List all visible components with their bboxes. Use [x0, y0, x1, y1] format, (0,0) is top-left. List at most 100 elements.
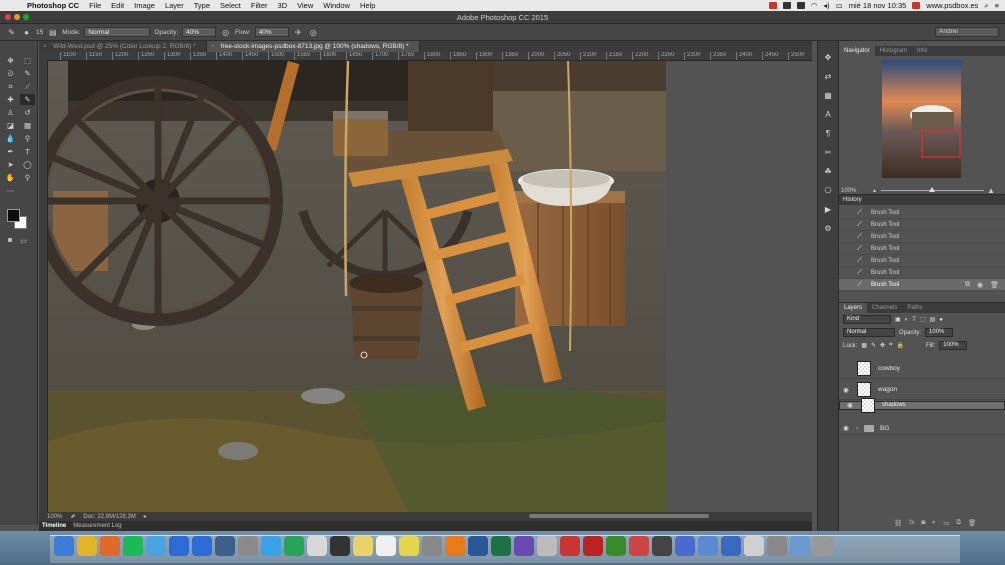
libraries-icon[interactable]: ▦ [822, 89, 834, 101]
dock-app-firefox-icon[interactable] [100, 536, 120, 556]
flow-field[interactable]: 40% [254, 27, 289, 37]
menu-type[interactable]: Type [189, 1, 215, 10]
share-icon[interactable]: ⬈ [70, 513, 75, 520]
menu-3d[interactable]: 3D [273, 1, 293, 10]
layer-style-icon[interactable]: fx [909, 519, 914, 527]
ruler-origin[interactable] [39, 52, 48, 61]
link-layers-icon[interactable]: ⛓ [894, 519, 902, 527]
new-layer-icon[interactable]: ⧉ [956, 519, 961, 527]
tab-measurement-log[interactable]: Measurement Log [73, 523, 121, 529]
vertical-ruler[interactable] [39, 61, 48, 512]
group-expand-icon[interactable]: › [856, 425, 862, 432]
dock-app-safari-icon[interactable] [261, 536, 281, 556]
dock-app-word-icon[interactable] [468, 536, 488, 556]
menu-edit[interactable]: Edit [106, 1, 129, 10]
brush-tool-preset-icon[interactable]: ✎ [6, 27, 17, 38]
screen-mode-icon[interactable]: ▭ [20, 237, 27, 245]
add-mask-icon[interactable]: ◙ [921, 519, 925, 527]
dock-app-dreamweaver-icon[interactable] [606, 536, 626, 556]
brush-presets-icon[interactable]: ☘ [822, 165, 834, 177]
delete-layer-icon[interactable]: 🗑 [968, 519, 976, 527]
menu-help[interactable]: Help [355, 1, 380, 10]
adjustment-layer-icon[interactable]: ◐ [932, 519, 936, 527]
dock-app-launchpad-icon[interactable] [307, 536, 327, 556]
red-status-icon[interactable] [768, 2, 777, 9]
foreground-color-swatch[interactable] [7, 209, 20, 222]
layer-filter-kind[interactable]: Kind [843, 315, 891, 324]
color-swatches[interactable] [7, 209, 31, 233]
flag-icon[interactable] [912, 2, 921, 9]
minimize-window-icon[interactable] [14, 14, 20, 20]
dock-app-lightroom-icon[interactable] [215, 536, 235, 556]
tab-layers[interactable]: Layers [839, 303, 868, 313]
document-size[interactable]: Doc: 22,8M/128,3M [83, 514, 135, 520]
dock-app-camtasia-icon[interactable] [284, 536, 304, 556]
wifi-icon[interactable]: ◠ [811, 1, 818, 10]
zoom-window-icon[interactable] [23, 14, 29, 20]
dock-app-photoshop-icon[interactable] [169, 536, 189, 556]
path-select-tool-icon[interactable]: ➤ [3, 159, 18, 170]
dock-app-network-icon[interactable] [698, 536, 718, 556]
dock-app-notes-icon[interactable] [353, 536, 373, 556]
layer-row-wagon[interactable]: ◉ wagon [839, 380, 1005, 400]
layer-group-bg[interactable]: ◉ › BG [839, 422, 1005, 435]
lock-all-icon[interactable]: 🔒 [896, 342, 903, 349]
new-group-icon[interactable]: ▭ [943, 519, 949, 527]
fill-field[interactable]: 100% [939, 341, 968, 350]
filter-adjust-icon[interactable]: ◐ [905, 317, 909, 323]
dock-app-finder-icon[interactable] [54, 536, 74, 556]
quick-select-tool-icon[interactable]: ✎ [20, 68, 35, 79]
filter-type-icon[interactable]: T [912, 317, 916, 323]
dock-app-prefs-icon[interactable] [422, 536, 442, 556]
dock-app-chrome-icon[interactable] [77, 536, 97, 556]
history-item[interactable]: ⟋ Brush Tool [839, 267, 1005, 279]
new-document-from-state-icon[interactable]: ⧉ [965, 281, 970, 289]
move-tool-icon[interactable]: ✥ [3, 55, 18, 66]
tab-wild-west[interactable]: × Wild-West.psd @ 25% (Color Lookup 2, R… [39, 41, 207, 52]
layer-name[interactable]: wagon [878, 386, 897, 393]
properties-icon[interactable]: ✥ [822, 51, 834, 63]
brush-panel-icon[interactable]: ▤ [47, 27, 58, 38]
dock-app-downloads-icon[interactable] [790, 536, 810, 556]
dock-app-spotify-icon[interactable] [123, 536, 143, 556]
spotlight-icon[interactable]: ⌕ [984, 1, 988, 11]
mode-select[interactable]: Normal [84, 27, 151, 37]
dock-app-keynote-icon[interactable] [675, 536, 695, 556]
dock-app-imovie-icon[interactable] [514, 536, 534, 556]
brush-size-icon[interactable]: ● [21, 27, 32, 38]
brush-size-value[interactable]: 15 [36, 29, 43, 36]
dock-app-preview-icon[interactable] [238, 536, 258, 556]
history-brush-tool-icon[interactable]: ↺ [20, 107, 35, 118]
horizontal-ruler[interactable]: 1100 1150 1200 1250 1300 1350 1400 1450 1500 1550… [48, 52, 812, 61]
delete-state-icon[interactable]: 🗑 [990, 281, 999, 289]
filter-pixel-icon[interactable]: ▣ [895, 316, 901, 323]
tool-presets-icon[interactable]: ✂ [822, 146, 834, 158]
dock-app-photoshop-icon[interactable] [192, 536, 212, 556]
battery-icon[interactable]: ▭ [836, 1, 843, 10]
workspace-select[interactable]: Andrei [935, 27, 999, 37]
filter-shape-icon[interactable]: ⬚ [920, 316, 926, 323]
history-item[interactable]: ⟋ Brush Tool [839, 207, 1005, 219]
healing-tool-icon[interactable]: ✚ [3, 94, 18, 105]
eye-icon[interactable]: ◉ [843, 402, 857, 409]
lasso-tool-icon[interactable]: ᘐ [3, 68, 18, 79]
gradient-tool-icon[interactable]: ▦ [20, 120, 35, 131]
layer-name[interactable]: cowboy [878, 365, 900, 372]
more-tools-icon[interactable]: ⋯ [3, 185, 18, 196]
adjustments-icon[interactable]: ⇄ [822, 70, 834, 82]
navigator-zoom-knob[interactable] [929, 187, 935, 192]
dock-app-vlc-icon[interactable] [445, 536, 465, 556]
hand-tool-icon[interactable]: ✋ [3, 172, 18, 183]
close-window-icon[interactable] [5, 14, 11, 20]
navigator-thumbnail[interactable] [882, 60, 961, 178]
history-item[interactable]: ⟋ Brush Tool [839, 219, 1005, 231]
layer-row-cowboy[interactable]: cowboy [839, 359, 1005, 379]
character-icon[interactable]: A [822, 108, 834, 120]
menu-app[interactable]: Photoshop CC [22, 1, 84, 10]
cloud-status-icon[interactable] [796, 2, 805, 9]
lock-position-icon[interactable]: ✥ [880, 342, 885, 349]
notifications-icon[interactable]: ≡ [995, 1, 999, 10]
tab-timeline[interactable]: Timeline [42, 523, 66, 529]
eraser-tool-icon[interactable]: ◪ [3, 120, 18, 131]
eye-icon[interactable]: ◉ [839, 386, 853, 394]
